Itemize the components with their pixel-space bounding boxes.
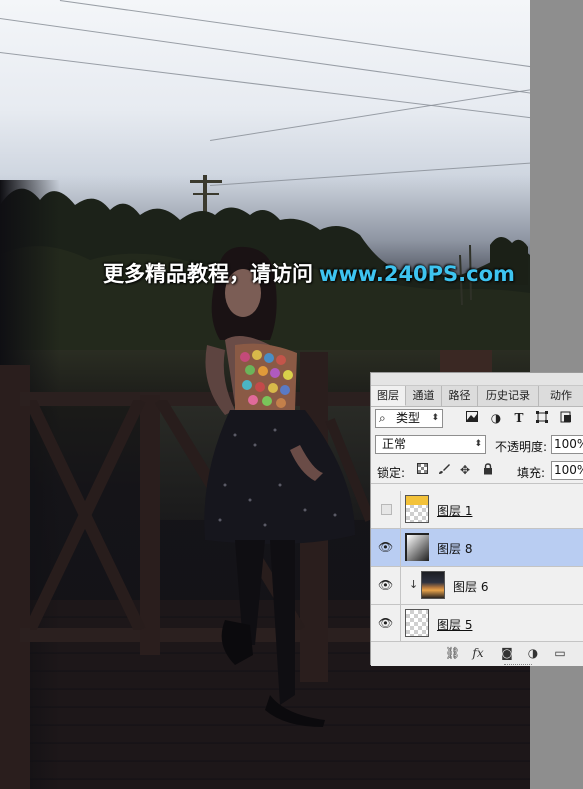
filter-kind-label: 类型 xyxy=(396,411,421,425)
eye-icon: 👁 xyxy=(378,578,394,592)
fx-icon[interactable]: fx xyxy=(471,646,485,660)
layer-name[interactable]: 图层 5 xyxy=(437,616,472,633)
tab-channels[interactable]: 通道 xyxy=(406,386,442,406)
lock-row: 锁定: ✥ 填充: 100% xyxy=(371,459,583,484)
fence-post xyxy=(0,365,30,789)
layers-panel: 图层 通道 路径 历史记录 动作 ⌕ 类型 ⬍ ◑ T 正常 ⬍ 不透明度: 1… xyxy=(370,372,583,667)
layer-name[interactable]: 图层 6 xyxy=(453,578,488,595)
watermark-url: www.240PS.com xyxy=(319,262,515,286)
visibility-toggle[interactable]: 👁 xyxy=(371,605,401,641)
watermark-chinese: 更多精品教程，请访问 xyxy=(103,262,313,286)
opacity-label: 不透明度: xyxy=(495,440,548,454)
layer-filter-row: ⌕ 类型 ⬍ ◑ T xyxy=(371,407,583,431)
layer-thumbnail xyxy=(405,533,429,561)
opacity-input[interactable]: 100% xyxy=(551,435,583,454)
add-mask-icon[interactable]: ◙ xyxy=(500,646,514,660)
new-group-icon[interactable]: ▭ xyxy=(553,646,567,660)
chevron-down-icon: ⬍ xyxy=(431,413,439,423)
tab-paths[interactable]: 路径 xyxy=(442,386,478,406)
blend-mode-row: 正常 ⬍ 不透明度: 100% xyxy=(371,433,583,457)
filter-kind-select[interactable]: ⌕ 类型 ⬍ xyxy=(375,409,443,428)
smart-object-filter-icon[interactable] xyxy=(559,411,573,425)
blend-mode-select[interactable]: 正常 ⬍ xyxy=(375,435,486,454)
panel-drag-handle[interactable] xyxy=(371,373,583,386)
tab-history[interactable]: 历史记录 xyxy=(478,386,539,406)
layer-row[interactable]: 👁 ↓ 图层 6 xyxy=(371,567,583,605)
power-line xyxy=(59,0,530,68)
layer-thumbnail xyxy=(421,571,445,599)
lock-all-icon[interactable] xyxy=(481,463,495,477)
watermark-text: 更多精品教程，请访问 www.240PS.com xyxy=(103,258,530,288)
fill-label: 填充: xyxy=(517,466,546,480)
layer-list: 图层 1 👁 图层 8 👁 ↓ 图层 6 👁 图层 5 xyxy=(371,491,583,641)
layers-bottom-toolbar: ⛓ fx ◙ ◑ ▭ xyxy=(371,641,583,666)
lock-image-pixels-icon[interactable] xyxy=(437,463,451,477)
lock-transparent-pixels-icon[interactable] xyxy=(415,463,429,477)
eye-icon: 👁 xyxy=(378,616,394,630)
layer-row[interactable]: 图层 1 xyxy=(371,491,583,529)
eye-icon: 👁 xyxy=(378,540,394,554)
layer-name[interactable]: 图层 8 xyxy=(437,540,472,557)
layer-thumbnail xyxy=(405,495,429,523)
adjustment-filter-icon[interactable]: ◑ xyxy=(489,411,503,425)
power-line xyxy=(0,52,530,119)
image-filter-icon[interactable] xyxy=(465,411,479,425)
visibility-toggle[interactable] xyxy=(371,491,401,528)
visibility-toggle[interactable]: 👁 xyxy=(371,567,401,604)
blend-mode-value: 正常 xyxy=(382,437,407,451)
visibility-toggle[interactable]: 👁 xyxy=(371,529,401,566)
woman-figure xyxy=(204,246,355,727)
tab-layers[interactable]: 图层 xyxy=(371,386,406,406)
layer-name[interactable]: 图层 1 xyxy=(437,502,472,519)
visibility-off-box xyxy=(381,504,392,515)
layer-thumbnail xyxy=(405,609,429,637)
adjustment-layer-icon[interactable]: ◑ xyxy=(526,646,540,660)
fill-input[interactable]: 100% xyxy=(551,461,583,480)
tab-actions[interactable]: 动作 xyxy=(539,386,583,406)
layer-row[interactable]: 👁 图层 8 xyxy=(371,529,583,567)
link-layers-icon[interactable]: ⛓ xyxy=(445,646,460,660)
clipping-mask-icon: ↓ xyxy=(409,578,419,591)
lock-position-icon[interactable]: ✥ xyxy=(458,463,472,477)
panel-tab-row: 图层 通道 路径 历史记录 动作 xyxy=(371,386,583,407)
lock-label: 锁定: xyxy=(377,466,406,480)
power-line xyxy=(210,88,530,141)
chevron-down-icon: ⬍ xyxy=(474,439,482,449)
search-icon: ⌕ xyxy=(379,411,386,425)
shape-filter-icon[interactable] xyxy=(535,411,549,425)
type-filter-icon[interactable]: T xyxy=(512,411,526,425)
layer-row[interactable]: 👁 图层 5 xyxy=(371,605,583,641)
panel-resize-grip[interactable] xyxy=(504,664,532,667)
